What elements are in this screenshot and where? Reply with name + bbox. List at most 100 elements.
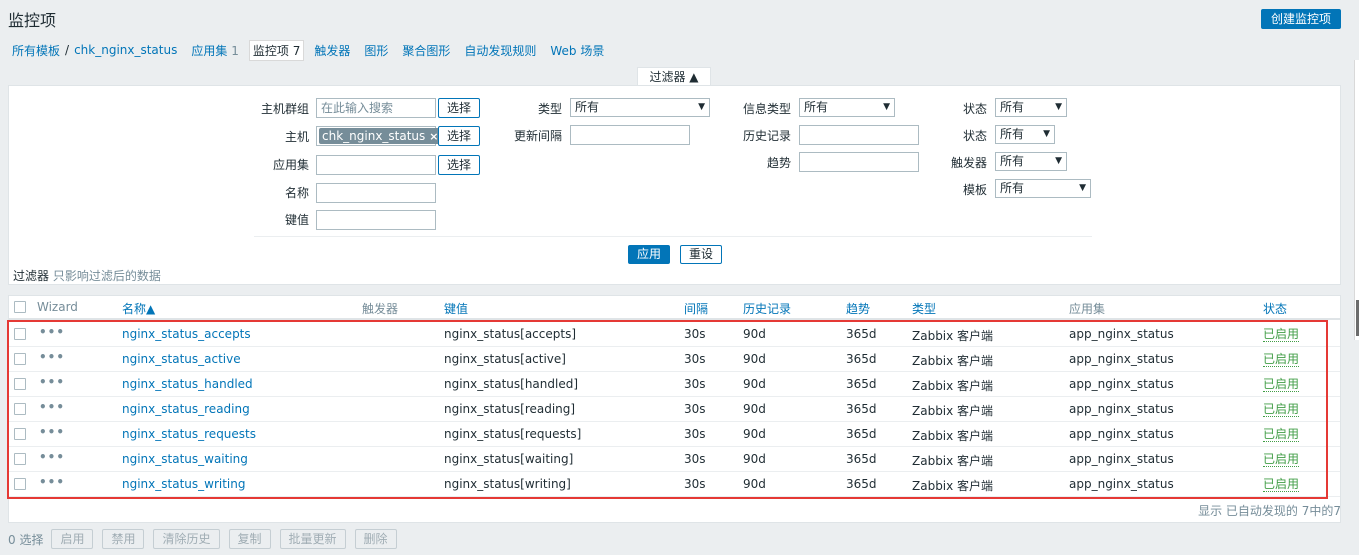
table-row: ••• nginx_status_reading nginx_status[read… [9,397,1340,422]
dropdown-arrow-icon: ▼ [1043,129,1050,139]
scrollbar-thumb[interactable] [1354,60,1359,340]
host-group-label: 主机群组 [260,102,309,116]
row-wizard-menu[interactable]: ••• [39,375,65,389]
status-select[interactable]: 所有 ▼ [995,125,1055,144]
row-key: nginx_status[writing] [444,477,571,491]
row-history: 90d [743,377,766,391]
row-status-toggle[interactable]: 已启用 [1263,352,1300,367]
row-wizard-menu[interactable]: ••• [39,425,65,439]
row-status-toggle[interactable]: 已启用 [1263,327,1300,342]
row-name-link[interactable]: nginx_status_reading [122,402,250,416]
filter-note: 过滤器 只影响过滤后的数据 [13,267,161,284]
row-key: nginx_status[requests] [444,427,582,441]
row-interval: 30s [684,402,706,416]
interval-input[interactable] [570,125,690,145]
tab-web[interactable]: Web 场景 [550,42,604,59]
apply-button[interactable]: 应用 [628,245,671,264]
row-wizard-menu[interactable]: ••• [39,400,65,414]
row-name-link[interactable]: nginx_status_waiting [122,452,248,466]
row-checkbox[interactable] [14,378,26,390]
delete-button[interactable]: 删除 [354,529,397,549]
state-select[interactable]: 所有 ▼ [995,98,1067,117]
row-trends: 365d [846,402,877,416]
tab-triggers[interactable]: 触发器 [314,42,350,59]
create-item-button[interactable]: 创建监控项 [1260,9,1341,29]
mass-update-button[interactable]: 批量更新 [279,529,346,549]
row-wizard-menu[interactable]: ••• [39,350,65,364]
tab-applications-count: 1 [231,43,239,58]
row-status-toggle[interactable]: 已启用 [1263,377,1300,392]
host-group-input[interactable]: 在此输入搜索 [316,98,436,118]
row-checkbox[interactable] [14,328,26,340]
tab-items[interactable]: 监控项 7 [248,39,305,61]
triggers-filter-label: 触发器 [950,156,987,170]
row-type: Zabbix 客户端 [912,329,994,343]
enable-button[interactable]: 启用 [51,529,94,549]
key-input[interactable] [316,210,436,230]
row-history: 90d [743,327,766,341]
info-type-select[interactable]: 所有 ▼ [799,98,895,117]
page-scrollbar[interactable] [1353,0,1359,555]
dropdown-arrow-icon: ▼ [1055,102,1062,112]
row-checkbox[interactable] [14,478,26,490]
tab-discovery[interactable]: 自动发现规则 [464,42,536,59]
clear-history-button[interactable]: 清除历史 [153,529,220,549]
items-table: Wizard 名称▲ 触发器 键值 间隔 历史记录 趋势 类型 应用集 状态 •… [8,295,1341,523]
header-key[interactable]: 键值 [444,300,468,317]
host-input[interactable]: chk_nginx_status × [316,126,442,146]
tab-applications[interactable]: 应用集 1 [191,42,238,59]
breadcrumb-all-templates[interactable]: 所有模板 [12,42,60,59]
pager-info: 显示 已自动发现的 7中的7 [1198,504,1341,518]
row-name-link[interactable]: nginx_status_writing [122,477,245,491]
header-history[interactable]: 历史记录 [743,300,791,317]
reset-button[interactable]: 重设 [680,245,723,264]
row-status-toggle[interactable]: 已启用 [1263,402,1300,417]
tab-graphs[interactable]: 图形 [364,42,388,59]
row-wizard-menu[interactable]: ••• [39,450,65,464]
header-trends[interactable]: 趋势 [846,300,870,317]
row-status-toggle[interactable]: 已启用 [1263,452,1300,467]
row-trends: 365d [846,327,877,341]
tab-items-count: 7 [292,43,301,58]
row-checkbox[interactable] [14,403,26,415]
row-wizard-menu[interactable]: ••• [39,325,65,339]
row-status-toggle[interactable]: 已启用 [1263,477,1300,492]
header-status[interactable]: 状态 [1263,300,1287,317]
breadcrumb: 所有模板 / chk_nginx_status 应用集 1 监控项 7 触发器 … [12,39,618,61]
header-wizard: Wizard [37,300,78,314]
breadcrumb-template[interactable]: chk_nginx_status [74,43,177,57]
filter-note-prefix: 过滤器 [13,269,50,283]
row-name-link[interactable]: nginx_status_active [122,352,241,366]
row-checkbox[interactable] [14,353,26,365]
row-key: nginx_status[reading] [444,402,576,416]
filter-toggle-tab[interactable]: 过滤器 ▲ [637,67,711,86]
row-wizard-menu[interactable]: ••• [39,475,65,489]
row-application: app_nginx_status [1069,327,1174,341]
host-tag-label: chk_nginx_status [322,129,426,143]
type-select[interactable]: 所有 ▼ [570,98,710,117]
row-name-link[interactable]: nginx_status_requests [122,427,256,441]
disable-button[interactable]: 禁用 [102,529,145,549]
application-input[interactable] [316,155,436,175]
triggers-select[interactable]: 所有 ▼ [995,152,1067,171]
template-select[interactable]: 所有 ▼ [995,179,1091,198]
row-checkbox[interactable] [14,453,26,465]
row-name-link[interactable]: nginx_status_accepts [122,327,251,341]
name-input[interactable] [316,183,436,203]
row-type: Zabbix 客户端 [912,379,994,393]
header-type[interactable]: 类型 [912,300,936,317]
row-name-link[interactable]: nginx_status_handled [122,377,253,391]
copy-button[interactable]: 复制 [228,529,271,549]
header-name[interactable]: 名称▲ [122,300,155,317]
tab-screens[interactable]: 聚合图形 [402,42,450,59]
row-type: Zabbix 客户端 [912,354,994,368]
row-checkbox[interactable] [14,428,26,440]
name-label: 名称 [284,186,309,200]
header-interval[interactable]: 间隔 [684,300,708,317]
select-all-checkbox[interactable] [14,301,26,313]
template-select-value: 所有 [1000,181,1025,195]
row-history: 90d [743,452,766,466]
application-select-button[interactable]: 选择 [438,155,481,175]
row-interval: 30s [684,452,706,466]
row-status-toggle[interactable]: 已启用 [1263,427,1300,442]
